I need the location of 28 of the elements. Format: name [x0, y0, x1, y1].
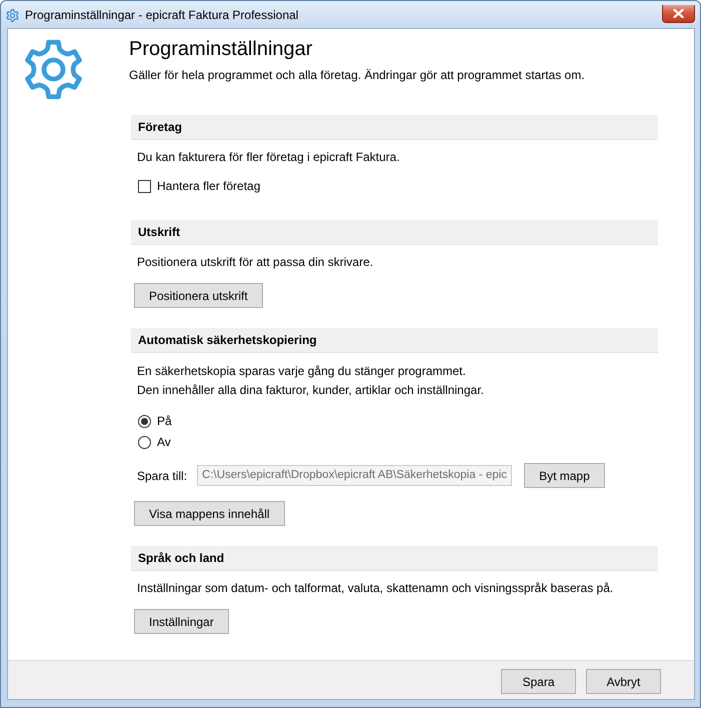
checkbox-label[interactable]: Hantera fler företag [157, 179, 260, 193]
action-button[interactable]: Inställningar [134, 609, 229, 634]
description-text: Den innehåller alla dina fakturor, kunder, artiklar och inställningar. [137, 382, 484, 399]
radio-label[interactable]: På [157, 414, 172, 428]
description-text: Positionera utskrift för att passa din skrivare. [137, 254, 374, 270]
page-title: Programinställningar [129, 37, 314, 61]
checkbox[interactable] [138, 180, 151, 192]
page-subtitle: Gäller för hela programmet och alla företag. Ändringar gör att programmet startas om. [129, 67, 586, 83]
cancel-button[interactable]: Avbryt [586, 669, 661, 694]
gear-icon [23, 39, 84, 100]
close-icon [673, 9, 684, 18]
radio-label[interactable]: Av [157, 435, 171, 449]
action-button[interactable]: Visa mappens innehåll [134, 501, 285, 526]
section-header: Företag [131, 115, 658, 140]
close-button[interactable] [662, 5, 695, 23]
save-button[interactable]: Spara [501, 669, 576, 694]
radio-button[interactable] [138, 436, 151, 448]
section-header: Utskrift [131, 220, 658, 245]
action-button[interactable]: Positionera utskrift [134, 283, 263, 308]
path-label: Spara till: [137, 468, 188, 482]
window-title: Programinställningar - epicraft Faktura Professional [25, 8, 298, 23]
gear-icon [6, 9, 19, 22]
description-text: Inställningar som datum- och talformat, valuta, skattenamn och visningsspråk baseras på. [137, 580, 614, 596]
description-text: En säkerhetskopia sparas varje gång du stänger programmet. [137, 363, 467, 380]
radio-button[interactable] [138, 414, 151, 428]
section-header: Automatisk säkerhetskopiering [131, 328, 658, 353]
section-header: Språk och land [131, 546, 658, 571]
description-text: Du kan fakturera för fler företag i epicraft Faktura. [137, 149, 400, 165]
